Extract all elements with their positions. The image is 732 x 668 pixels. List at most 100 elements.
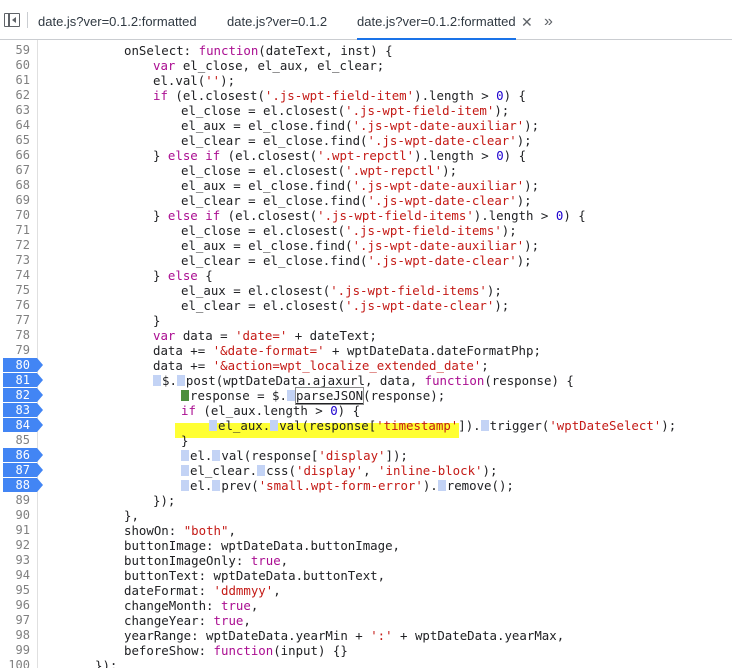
line-number[interactable]: 62 xyxy=(0,88,30,103)
line-number[interactable]: 74 xyxy=(0,268,30,283)
line-number[interactable]: 94 xyxy=(0,568,30,583)
code-token: ); xyxy=(494,103,510,118)
string-token: '.js-wpt-date-clear' xyxy=(367,253,517,268)
string-token: '.wpt-repctl' xyxy=(317,148,415,163)
code-line: 73 el_clear = el_close.find('.js-wpt-dat… xyxy=(0,253,732,268)
inline-breakpoint-icon[interactable] xyxy=(212,450,221,461)
line-number[interactable]: 79 xyxy=(0,343,30,358)
line-number[interactable]: 72 xyxy=(0,238,30,253)
breakpoint-line-number[interactable]: 82 xyxy=(3,388,43,402)
line-number[interactable]: 100 xyxy=(0,658,30,668)
sidebar-toggle-icon[interactable] xyxy=(4,13,20,27)
code-line: 96 changeMonth: true, xyxy=(0,598,732,613)
line-number[interactable]: 93 xyxy=(0,553,30,568)
line-number[interactable]: 91 xyxy=(0,523,30,538)
line-number[interactable]: 60 xyxy=(0,58,30,73)
line-number[interactable]: 67 xyxy=(0,163,30,178)
code-token: ) { xyxy=(337,403,361,418)
line-number[interactable]: 61 xyxy=(0,73,30,88)
code-line: 99 beforeShow: function(input) {} xyxy=(0,643,732,658)
line-number[interactable]: 70 xyxy=(0,208,30,223)
code-token: el_close = el.closest( xyxy=(181,163,346,178)
inline-breakpoint-icon[interactable] xyxy=(153,375,161,386)
code-line: 93 buttonImageOnly: true, xyxy=(0,553,732,568)
code-token: el_aux = el_close.find( xyxy=(181,118,353,133)
tab-date-js-formatted-1[interactable]: date.js?ver=0.1.2:formatted xyxy=(38,0,197,40)
tab-date-js[interactable]: date.js?ver=0.1.2 xyxy=(227,0,327,40)
tab-date-js-formatted-active[interactable]: date.js?ver=0.1.2:formatted xyxy=(357,0,516,40)
code-line: 90 }, xyxy=(0,508,732,523)
line-number[interactable]: 76 xyxy=(0,298,30,313)
code-line: 84 el_aux. val(response['timestamp']). tri… xyxy=(0,418,732,433)
code-line: 65 el_clear = el_close.find('.js-wpt-dat… xyxy=(0,133,732,148)
inline-breakpoint-icon[interactable] xyxy=(257,465,266,476)
code-token: ); xyxy=(482,463,498,478)
code-token: el_clear. xyxy=(190,463,258,478)
line-number[interactable]: 68 xyxy=(0,178,30,193)
inline-breakpoint-icon[interactable] xyxy=(181,450,189,461)
line-number[interactable]: 96 xyxy=(0,598,30,613)
breakpoint-line-number[interactable]: 88 xyxy=(3,478,43,492)
more-tabs-icon[interactable]: » xyxy=(544,0,553,40)
inline-breakpoint-icon[interactable] xyxy=(181,480,189,491)
string-token: '.js-wpt-field-items' xyxy=(317,208,474,223)
line-number[interactable]: 69 xyxy=(0,193,30,208)
code-token: dateFormat: xyxy=(124,583,214,598)
code-token: showOn: xyxy=(124,523,184,538)
close-icon[interactable]: ✕ xyxy=(521,0,533,40)
code-token: buttonImage: wptDateData.buttonImage, xyxy=(124,538,401,553)
code-token: ).length > xyxy=(414,148,497,163)
code-line: 81 $. post(wptDateData.ajaxurl, data, fun… xyxy=(0,373,732,388)
line-number[interactable]: 63 xyxy=(0,103,30,118)
line-number[interactable]: 95 xyxy=(0,583,30,598)
inline-breakpoint-icon[interactable] xyxy=(270,420,279,431)
line-number[interactable]: 66 xyxy=(0,148,30,163)
inline-breakpoint-icon[interactable] xyxy=(181,465,189,476)
line-number[interactable]: 75 xyxy=(0,283,30,298)
line-number[interactable]: 78 xyxy=(0,328,30,343)
breakpoint-line-number[interactable]: 80 xyxy=(3,358,43,372)
inline-breakpoint-icon[interactable] xyxy=(480,420,489,431)
line-number[interactable]: 59 xyxy=(0,43,30,58)
line-number[interactable]: 73 xyxy=(0,253,30,268)
line-number[interactable]: 92 xyxy=(0,538,30,553)
code-token: ); xyxy=(486,283,502,298)
code-token: (el.closest( xyxy=(220,208,318,223)
code-token: (el_aux.length > xyxy=(195,403,331,418)
line-number[interactable]: 90 xyxy=(0,508,30,523)
keyword-token: true xyxy=(213,613,244,628)
code-line: 87 el_clear. css('display', 'inline-block… xyxy=(0,463,732,478)
line-number[interactable]: 99 xyxy=(0,643,30,658)
paused-execution-marker-icon[interactable] xyxy=(181,390,189,401)
line-number[interactable]: 65 xyxy=(0,133,30,148)
breakpoint-line-number[interactable]: 86 xyxy=(3,448,43,462)
string-token: 'ddmmyy' xyxy=(213,583,274,598)
line-number[interactable]: 64 xyxy=(0,118,30,133)
line-number[interactable]: 77 xyxy=(0,313,30,328)
inline-breakpoint-icon[interactable] xyxy=(209,420,217,431)
string-token: '.js-wpt-date-auxiliar' xyxy=(352,178,525,193)
line-number[interactable]: 98 xyxy=(0,628,30,643)
string-token: '' xyxy=(205,73,221,88)
inline-breakpoint-icon[interactable] xyxy=(176,375,185,386)
string-token: 'date=' xyxy=(235,328,288,343)
line-number[interactable]: 85 xyxy=(0,433,30,448)
breakpoint-line-number[interactable]: 83 xyxy=(3,403,43,417)
inline-breakpoint-icon[interactable] xyxy=(286,390,295,401)
string-token: '.wpt-repctl' xyxy=(345,163,443,178)
code-token: , xyxy=(273,583,281,598)
breakpoint-line-number[interactable]: 81 xyxy=(3,373,43,387)
code-line: 71 el_close = el.closest('.js-wpt-field-… xyxy=(0,223,732,238)
line-number[interactable]: 97 xyxy=(0,613,30,628)
line-number[interactable]: 71 xyxy=(0,223,30,238)
inline-breakpoint-icon[interactable] xyxy=(212,480,221,491)
breakpoint-line-number[interactable]: 87 xyxy=(3,463,43,477)
code-token: response = $. xyxy=(190,388,287,403)
code-token: el_clear = el_close.find( xyxy=(181,253,368,268)
inline-breakpoint-icon[interactable] xyxy=(437,480,446,491)
code-editor[interactable]: 59 onSelect: function(dateText, inst) { … xyxy=(0,40,732,668)
code-line: 77 } xyxy=(0,313,732,328)
line-number[interactable]: 89 xyxy=(0,493,30,508)
breakpoint-line-number[interactable]: 84 xyxy=(3,418,43,432)
code-line: 88 el. prev('small.wpt-form-error'). remov… xyxy=(0,478,732,493)
